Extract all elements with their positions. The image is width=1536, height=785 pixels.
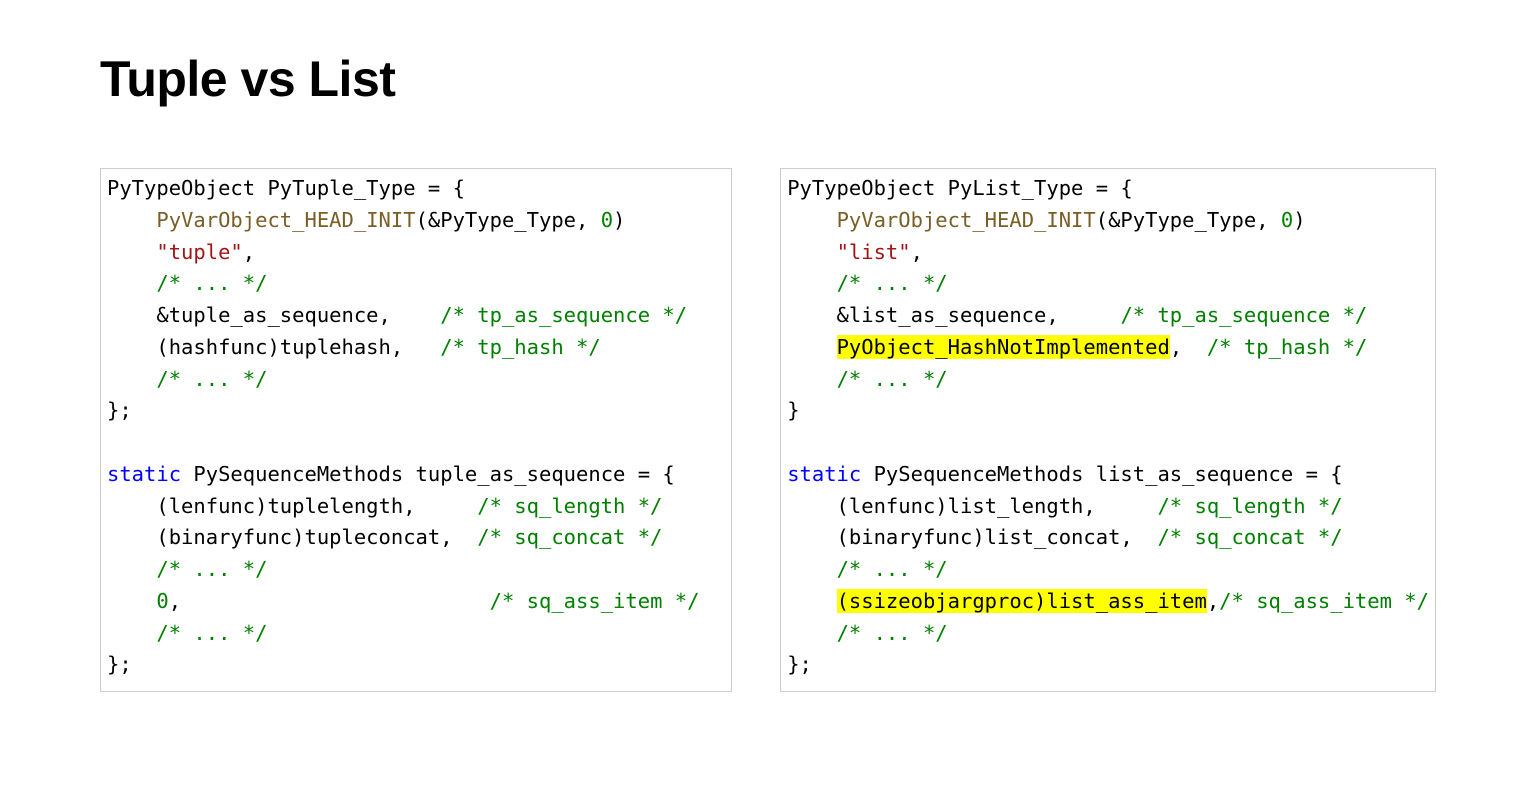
code-comment: /* sq_concat */ (1157, 525, 1342, 549)
code-comment: /* sq_ass_item */ (1219, 589, 1429, 613)
code-columns: PyTypeObject PyTuple_Type = { PyVarObjec… (100, 168, 1436, 692)
code-fn: PyVarObject_HEAD_INIT (156, 208, 415, 232)
code-comment: /* ... */ (837, 271, 948, 295)
code-num: 0 (1281, 208, 1293, 232)
code-text: } (787, 398, 799, 422)
code-text: , (169, 589, 490, 613)
slide: Tuple vs List PyTypeObject PyTuple_Type … (0, 0, 1536, 692)
code-text: (hashfunc)tuplehash, (107, 335, 440, 359)
code-text: PySequenceMethods tuple_as_sequence = { (181, 462, 675, 486)
code-comment: /* tp_hash */ (1207, 335, 1367, 359)
code-fn: PyVarObject_HEAD_INIT (837, 208, 1096, 232)
code-comment: /* tp_hash */ (440, 335, 600, 359)
code-keyword: static (107, 462, 181, 486)
code-text (787, 589, 836, 613)
code-text: &list_as_sequence, (787, 303, 1120, 327)
code-highlight: (ssizeobjargproc)list_ass_item (837, 589, 1207, 613)
code-comment: /* sq_concat */ (477, 525, 662, 549)
code-text: , (911, 240, 923, 264)
codeblock-list: PyTypeObject PyList_Type = { PyVarObject… (780, 168, 1436, 692)
code-text: }; (107, 652, 132, 676)
code-comment: /* sq_ass_item */ (490, 589, 700, 613)
code-text: , (1170, 335, 1207, 359)
code-comment: /* sq_length */ (477, 494, 662, 518)
code-num: 0 (156, 589, 168, 613)
code-text: }; (787, 652, 812, 676)
code-text: , (1207, 589, 1219, 613)
code-text: PyTypeObject PyTuple_Type = { (107, 176, 465, 200)
code-comment: /* ... */ (156, 271, 267, 295)
code-num: 0 (601, 208, 613, 232)
code-comment: /* ... */ (156, 621, 267, 645)
code-comment: /* ... */ (837, 367, 948, 391)
code-text: (binaryfunc)list_concat, (787, 525, 1157, 549)
code-text: (&PyType_Type, (416, 208, 601, 232)
code-comment: /* ... */ (837, 557, 948, 581)
code-keyword: static (787, 462, 861, 486)
code-text: ) (1293, 208, 1305, 232)
code-text: PySequenceMethods list_as_sequence = { (861, 462, 1342, 486)
code-comment: /* sq_length */ (1157, 494, 1342, 518)
code-text: (lenfunc)list_length, (787, 494, 1157, 518)
code-comment: /* ... */ (156, 557, 267, 581)
code-comment: /* ... */ (837, 621, 948, 645)
code-text: (binaryfunc)tupleconcat, (107, 525, 477, 549)
code-highlight: PyObject_HashNotImplemented (837, 335, 1170, 359)
code-text: , (243, 240, 255, 264)
code-text: }; (107, 398, 132, 422)
codeblock-tuple: PyTypeObject PyTuple_Type = { PyVarObjec… (100, 168, 732, 692)
code-comment: /* ... */ (156, 367, 267, 391)
code-text: PyTypeObject PyList_Type = { (787, 176, 1133, 200)
code-text: (&PyType_Type, (1096, 208, 1281, 232)
code-comment: /* tp_as_sequence */ (1120, 303, 1367, 327)
code-text: ) (613, 208, 625, 232)
page-title: Tuple vs List (100, 50, 1436, 108)
code-string: "tuple" (156, 240, 242, 264)
code-text (787, 335, 836, 359)
code-text: &tuple_as_sequence, (107, 303, 440, 327)
code-string: "list" (837, 240, 911, 264)
code-text: (lenfunc)tuplelength, (107, 494, 477, 518)
code-comment: /* tp_as_sequence */ (440, 303, 687, 327)
